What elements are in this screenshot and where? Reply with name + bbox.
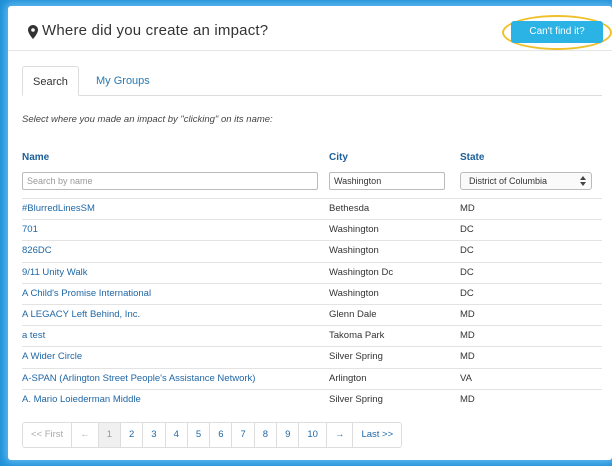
table-row[interactable]: A. Mario Loiederman Middle Silver Spring M… — [22, 388, 602, 410]
cant-find-button[interactable]: Can't find it? — [511, 21, 603, 43]
row-name-link[interactable]: 826DC — [22, 241, 52, 261]
page-button-1[interactable]: 1 — [98, 423, 121, 447]
row-city: Washington — [329, 224, 379, 236]
name-search-input[interactable] — [22, 172, 318, 190]
tab-my-groups[interactable]: My Groups — [86, 66, 160, 96]
row-name-link[interactable]: #BlurredLinesSM — [22, 199, 95, 219]
row-state: MD — [460, 203, 475, 214]
page-button-8[interactable]: 8 — [254, 423, 278, 447]
row-state: MD — [460, 330, 475, 342]
page-next-button[interactable]: → — [326, 423, 354, 447]
page-button-2[interactable]: 2 — [121, 423, 144, 447]
page-button-3[interactable]: 3 — [143, 423, 166, 447]
row-city: Silver Spring — [329, 351, 383, 363]
row-city: Washington — [329, 245, 379, 257]
page-last-button[interactable]: Last >> — [353, 423, 402, 447]
column-header-state[interactable]: State — [460, 152, 484, 163]
instruction-text: Select where you made an impact by "clic… — [22, 114, 273, 125]
page-title: Where did you create an impact? — [42, 22, 269, 39]
row-city: Washington — [329, 287, 379, 299]
row-state: MD — [460, 351, 475, 363]
row-name-link[interactable]: A LEGACY Left Behind, Inc. — [22, 305, 140, 325]
table-row[interactable]: 9/11 Unity Walk Washington Dc DC — [22, 261, 602, 283]
table-row[interactable]: A Child's Promise International Washingto… — [22, 282, 602, 304]
page-button-9[interactable]: 9 — [277, 423, 300, 447]
row-city: Bethesda — [329, 203, 370, 214]
state-filter-select[interactable]: District of Columbia — [460, 172, 592, 190]
row-state: MD — [460, 309, 475, 320]
row-name-link[interactable]: 701 — [22, 220, 38, 240]
row-state: DC — [460, 245, 474, 257]
row-city: Glenn Dale — [329, 309, 377, 320]
row-name-link[interactable]: a test — [22, 326, 45, 346]
row-state: VA — [460, 372, 472, 384]
row-name-link[interactable]: A Child's Promise International — [22, 284, 151, 304]
city-filter-input[interactable] — [329, 172, 445, 190]
map-pin-icon — [28, 25, 38, 39]
state-filter-value: District of Columbia — [469, 176, 548, 186]
table-row[interactable]: 701 Washington DC — [22, 219, 602, 240]
table-row[interactable]: a test Takoma Park MD — [22, 325, 602, 346]
select-arrows-icon — [580, 176, 586, 186]
row-name-link[interactable]: A-SPAN (Arlington Street People's Assist… — [22, 369, 255, 389]
table-row[interactable]: A-SPAN (Arlington Street People's Assist… — [22, 367, 602, 389]
row-city: Silver Spring — [329, 393, 383, 405]
page-button-4[interactable]: 4 — [165, 423, 188, 447]
tab-search[interactable]: Search — [22, 66, 79, 96]
row-name-link[interactable]: A. Mario Loiederman Middle — [22, 390, 141, 410]
tab-bar: Search My Groups — [22, 66, 602, 96]
row-city: Arlington — [329, 372, 367, 384]
page-first-button[interactable]: << First — [23, 423, 73, 447]
row-name-link[interactable]: A Wider Circle — [22, 347, 82, 367]
row-name-link[interactable]: 9/11 Unity Walk — [22, 263, 87, 283]
table-row[interactable]: A LEGACY Left Behind, Inc. Glenn Dale MD — [22, 304, 602, 325]
table-row[interactable]: 826DC Washington DC — [22, 240, 602, 261]
row-city: Takoma Park — [329, 330, 385, 342]
page-button-5[interactable]: 5 — [187, 423, 211, 447]
column-header-city[interactable]: City — [329, 152, 348, 163]
page-button-6[interactable]: 6 — [210, 423, 233, 447]
page-prev-button[interactable]: ← — [72, 423, 99, 447]
table-row[interactable]: A Wider Circle Silver Spring MD — [22, 346, 602, 367]
column-header-name[interactable]: Name — [22, 152, 49, 163]
row-state: DC — [460, 266, 474, 278]
row-city: Washington Dc — [329, 266, 394, 278]
row-state: DC — [460, 224, 474, 236]
page-button-7[interactable]: 7 — [232, 423, 255, 447]
impact-panel: Where did you create an impact? Can't fi… — [8, 6, 612, 460]
row-state: MD — [460, 393, 475, 405]
row-state: DC — [460, 287, 474, 299]
pagination: << First ← 1 2 3 4 5 6 7 8 9 10 → Last >… — [22, 422, 403, 448]
page-button-10[interactable]: 10 — [299, 423, 327, 447]
filter-row: District of Columbia — [22, 172, 602, 194]
panel-header: Where did you create an impact? Can't fi… — [8, 6, 612, 51]
table-row[interactable]: #BlurredLinesSM Bethesda MD — [22, 198, 602, 219]
